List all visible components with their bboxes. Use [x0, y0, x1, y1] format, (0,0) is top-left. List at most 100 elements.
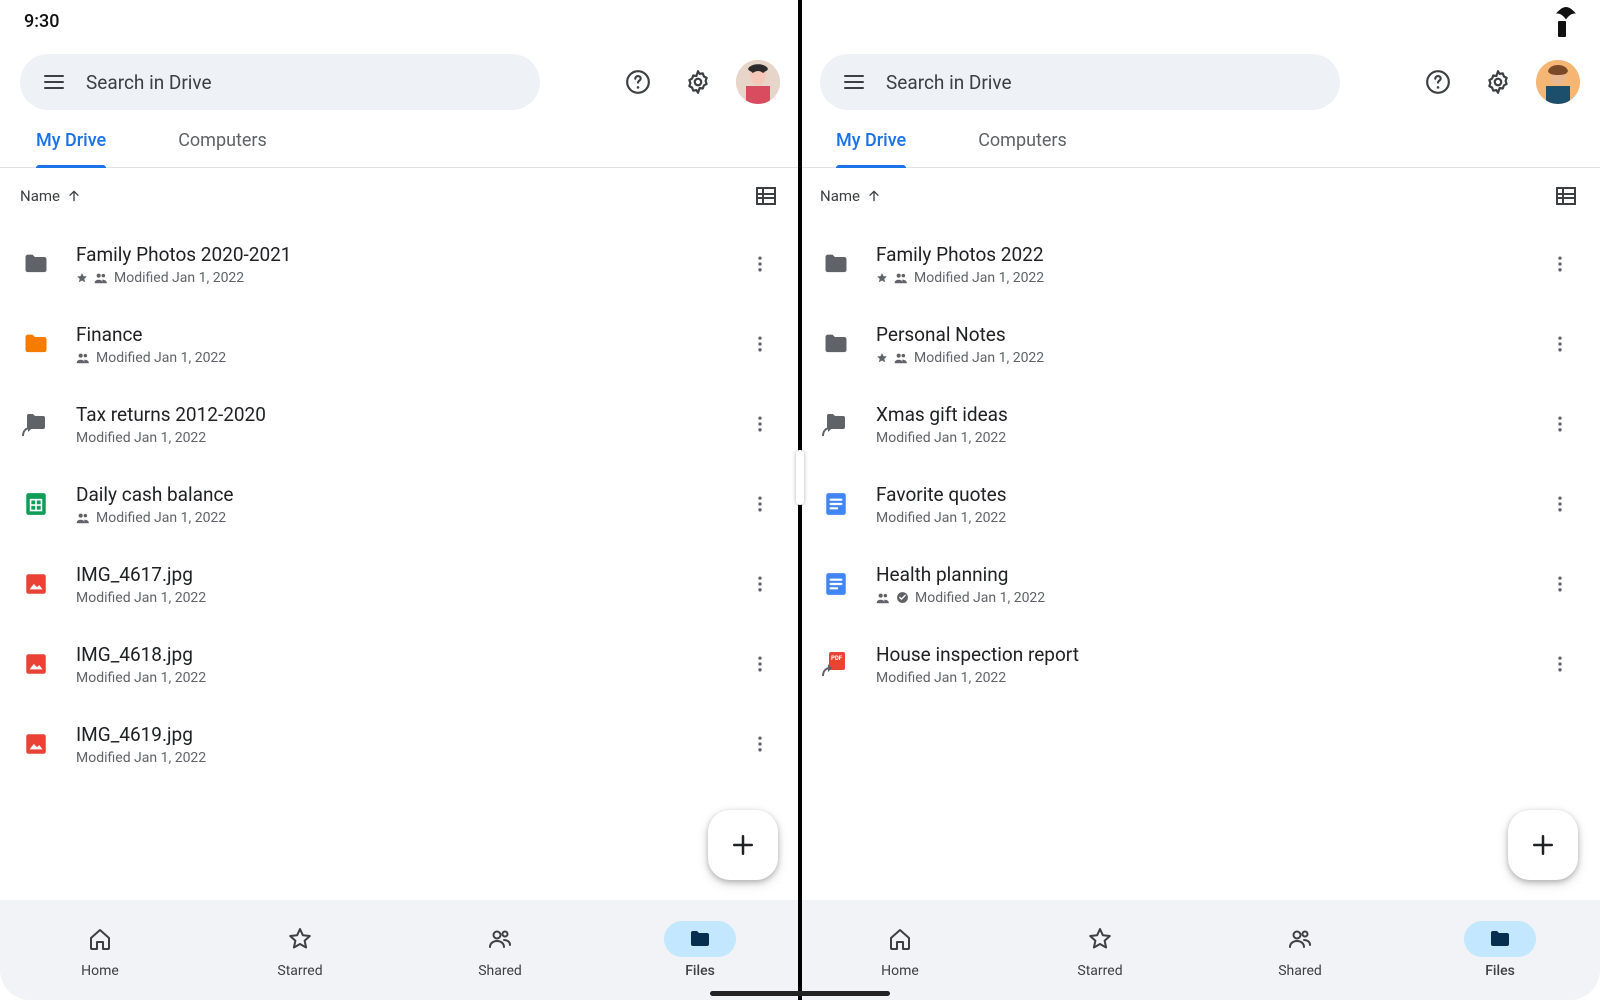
star-badge-icon	[76, 272, 88, 284]
shared-badge-icon	[876, 592, 890, 604]
file-list[interactable]: Family Photos 2020-2021Modified Jan 1, 2…	[0, 224, 800, 900]
nav-shared[interactable]: Shared	[1200, 921, 1400, 979]
sort-button[interactable]: Name	[820, 187, 882, 205]
star-icon	[1088, 927, 1112, 951]
file-row[interactable]: Xmas gift ideasModified Jan 1, 2022	[800, 384, 1600, 464]
nav-files[interactable]: Files	[600, 921, 800, 979]
star-icon	[288, 927, 312, 951]
file-row[interactable]: FinanceModified Jan 1, 2022	[0, 304, 800, 384]
nav-starred[interactable]: Starred	[1000, 921, 1200, 979]
search-field[interactable]: Search in Drive	[820, 54, 1340, 110]
file-modified: Modified Jan 1, 2022	[915, 590, 1045, 606]
file-row[interactable]: PDFHouse inspection reportModified Jan 1…	[800, 624, 1600, 704]
file-row[interactable]: IMG_4618.jpgModified Jan 1, 2022	[0, 624, 800, 704]
file-text: IMG_4619.jpgModified Jan 1, 2022	[76, 723, 740, 766]
file-text: Personal NotesModified Jan 1, 2022	[876, 323, 1540, 366]
file-row[interactable]: Favorite quotesModified Jan 1, 2022	[800, 464, 1600, 544]
more-options-button[interactable]	[1540, 484, 1580, 524]
more-vert-icon	[750, 654, 770, 674]
arrow-up-icon	[66, 188, 82, 204]
more-options-button[interactable]	[740, 484, 780, 524]
file-row[interactable]: Personal NotesModified Jan 1, 2022	[800, 304, 1600, 384]
svg-text:PDF: PDF	[831, 655, 843, 662]
more-options-button[interactable]	[1540, 244, 1580, 284]
view-toggle-icon[interactable]	[1552, 182, 1580, 210]
view-toggle-icon[interactable]	[752, 182, 780, 210]
search-field[interactable]: Search in Drive	[20, 54, 540, 110]
shared-badge-icon	[76, 352, 90, 364]
more-vert-icon	[750, 574, 770, 594]
more-options-button[interactable]	[1540, 564, 1580, 604]
more-options-button[interactable]	[1540, 324, 1580, 364]
file-meta: Modified Jan 1, 2022	[76, 350, 740, 366]
tab-computers[interactable]: Computers	[978, 130, 1067, 167]
nav-home[interactable]: Home	[0, 921, 200, 979]
shared-badge-icon	[76, 512, 90, 524]
more-options-button[interactable]	[740, 324, 780, 364]
file-text: Favorite quotesModified Jan 1, 2022	[876, 483, 1540, 526]
file-type-icon	[20, 408, 52, 440]
hamburger-icon[interactable]	[832, 60, 876, 104]
file-type-icon	[20, 728, 52, 760]
account-avatar[interactable]	[1536, 60, 1580, 104]
file-row[interactable]: Family Photos 2022Modified Jan 1, 2022	[800, 224, 1600, 304]
sort-button[interactable]: Name	[20, 187, 82, 205]
file-text: Family Photos 2022Modified Jan 1, 2022	[876, 243, 1540, 286]
file-row[interactable]: Tax returns 2012-2020Modified Jan 1, 202…	[0, 384, 800, 464]
more-vert-icon	[1550, 574, 1570, 594]
more-options-button[interactable]	[740, 564, 780, 604]
hamburger-icon[interactable]	[32, 60, 76, 104]
file-list[interactable]: Family Photos 2022Modified Jan 1, 2022 Pe…	[800, 224, 1600, 900]
search-placeholder: Search in Drive	[86, 71, 212, 94]
file-row[interactable]: Health planningModified Jan 1, 2022	[800, 544, 1600, 624]
arrow-up-icon	[866, 188, 882, 204]
file-row[interactable]: IMG_4617.jpgModified Jan 1, 2022	[0, 544, 800, 624]
file-text: Daily cash balanceModified Jan 1, 2022	[76, 483, 740, 526]
more-options-button[interactable]	[1540, 404, 1580, 444]
file-row[interactable]: Daily cash balanceModified Jan 1, 2022	[0, 464, 800, 544]
status-icons	[1556, 4, 1576, 38]
star-badge-icon	[876, 272, 888, 284]
more-options-button[interactable]	[740, 244, 780, 284]
plus-icon	[728, 830, 758, 860]
file-text: IMG_4618.jpgModified Jan 1, 2022	[76, 643, 740, 686]
gesture-nav-handle[interactable]	[710, 991, 890, 996]
file-modified: Modified Jan 1, 2022	[76, 750, 206, 766]
account-avatar[interactable]	[736, 60, 780, 104]
file-modified: Modified Jan 1, 2022	[76, 430, 206, 446]
file-meta: Modified Jan 1, 2022	[76, 590, 740, 606]
bottom-nav: Home Starred Shared Files	[0, 900, 800, 1000]
more-options-button[interactable]	[740, 724, 780, 764]
nav-files[interactable]: Files	[1400, 921, 1600, 979]
settings-icon[interactable]	[1476, 60, 1520, 104]
tab-computers[interactable]: Computers	[178, 130, 267, 167]
split-drag-handle[interactable]	[796, 450, 804, 505]
tab-my-drive[interactable]: My Drive	[836, 130, 906, 167]
more-vert-icon	[750, 734, 770, 754]
file-type-icon	[20, 648, 52, 680]
more-options-button[interactable]	[1540, 644, 1580, 684]
new-fab[interactable]	[708, 810, 778, 880]
settings-icon[interactable]	[676, 60, 720, 104]
star-badge-icon	[876, 352, 888, 364]
nav-starred[interactable]: Starred	[200, 921, 400, 979]
help-icon[interactable]	[1416, 60, 1460, 104]
help-icon[interactable]	[616, 60, 660, 104]
more-vert-icon	[750, 494, 770, 514]
file-row[interactable]: Family Photos 2020-2021Modified Jan 1, 2…	[0, 224, 800, 304]
nav-home[interactable]: Home	[800, 921, 1000, 979]
tab-my-drive[interactable]: My Drive	[36, 130, 106, 167]
file-name: Daily cash balance	[76, 483, 740, 506]
folder-icon	[688, 927, 712, 951]
more-vert-icon	[1550, 254, 1570, 274]
more-options-button[interactable]	[740, 644, 780, 684]
file-row[interactable]: IMG_4619.jpgModified Jan 1, 2022	[0, 704, 800, 784]
app-bar: Search in Drive	[0, 36, 800, 122]
nav-shared[interactable]: Shared	[400, 921, 600, 979]
new-fab[interactable]	[1508, 810, 1578, 880]
file-type-icon	[820, 328, 852, 360]
file-modified: Modified Jan 1, 2022	[914, 350, 1044, 366]
shared-badge-icon	[894, 352, 908, 364]
more-options-button[interactable]	[740, 404, 780, 444]
file-type-icon	[820, 488, 852, 520]
